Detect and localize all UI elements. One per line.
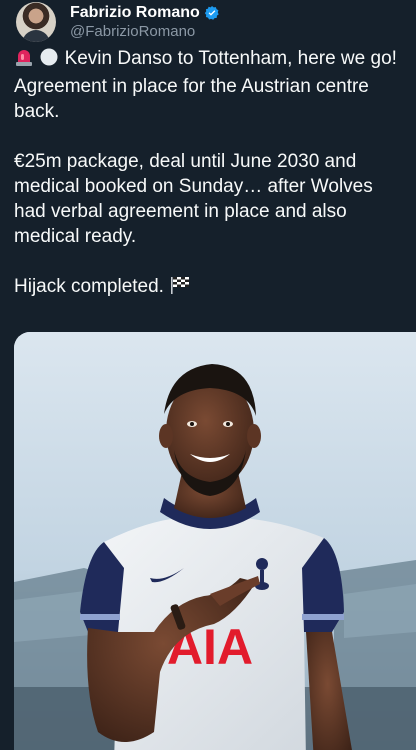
- siren-icon: [14, 47, 34, 74]
- author-names: Fabrizio Romano @FabrizioRomano: [70, 3, 220, 41]
- white-circle-icon: [39, 47, 59, 74]
- display-name-row[interactable]: Fabrizio Romano: [70, 3, 220, 22]
- player-photo: AIA: [14, 332, 416, 750]
- author-handle[interactable]: @FabrizioRomano: [70, 22, 220, 41]
- tweet-line-1: Kevin Danso to Tottenham, here we go! Ag…: [14, 48, 397, 122]
- tweet-paragraph-3: Hijack completed.: [14, 274, 406, 302]
- verified-badge-icon: [204, 5, 219, 20]
- avatar-shirt: [22, 30, 50, 42]
- tweet-paragraph-2: €25m package, deal until June 2030 and m…: [14, 149, 406, 249]
- tweet-line-3: Hijack completed.: [14, 276, 164, 297]
- tweet-header: Fabrizio Romano @FabrizioRomano: [16, 0, 220, 44]
- tweet-body: Kevin Danso to Tottenham, here we go! Ag…: [14, 46, 406, 327]
- author-avatar[interactable]: [16, 2, 56, 42]
- tweet-media-image[interactable]: AIA: [14, 332, 416, 750]
- chequered-flag-icon: [169, 275, 191, 302]
- tweet-card: Fabrizio Romano @FabrizioRomano Kevin Da…: [0, 0, 416, 750]
- author-display-name[interactable]: Fabrizio Romano: [70, 3, 200, 22]
- tweet-line-2: €25m package, deal until June 2030 and m…: [14, 151, 373, 247]
- tweet-paragraph-1: Kevin Danso to Tottenham, here we go! Ag…: [14, 46, 406, 124]
